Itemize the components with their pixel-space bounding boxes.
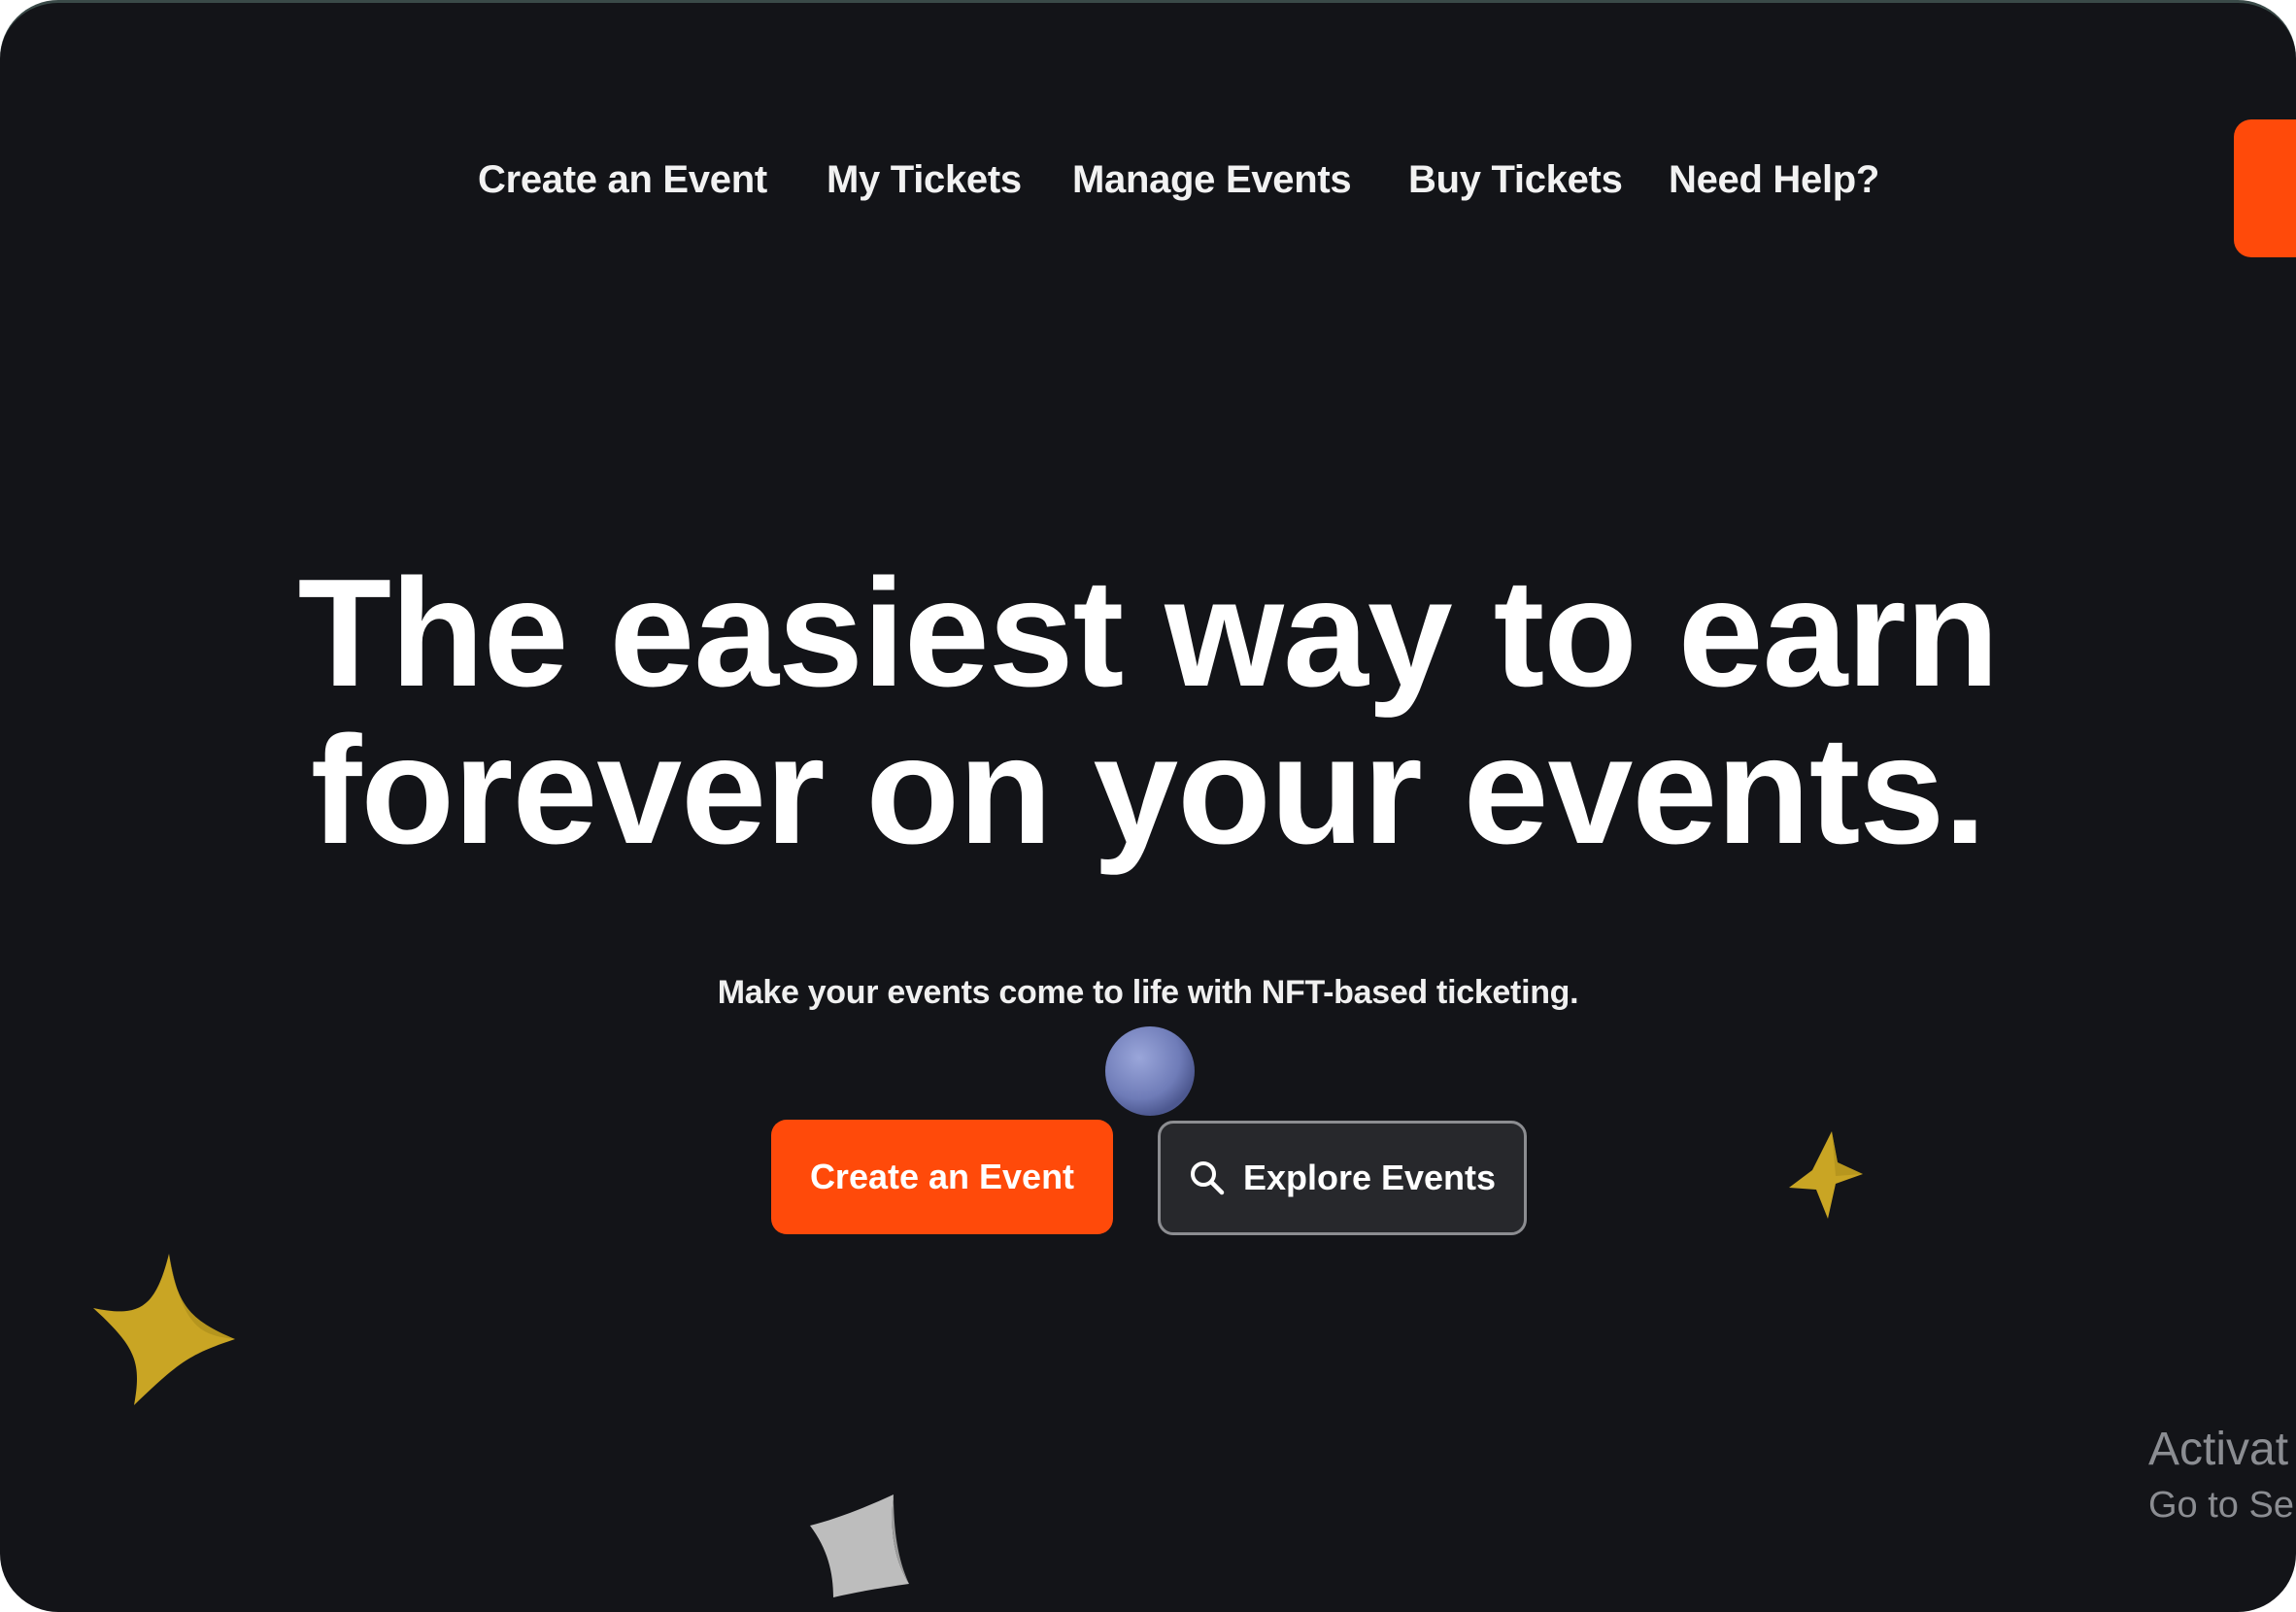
top-nav: Create an Event My Tickets Manage Events… bbox=[0, 158, 2296, 217]
star-decoration-left bbox=[93, 1254, 235, 1405]
nav-buy-tickets[interactable]: Buy Tickets bbox=[1408, 158, 1623, 202]
confetti-decoration bbox=[810, 1494, 909, 1597]
app-frame: Create an Event My Tickets Manage Events… bbox=[0, 0, 2296, 1612]
hero-subtitle: Make your events come to life with NFT-b… bbox=[717, 974, 1579, 1011]
hero-headline-line2: forever on your events. bbox=[310, 705, 1986, 876]
activate-watermark-line1: Activat bbox=[2148, 1424, 2289, 1475]
star-decoration-right bbox=[1789, 1131, 1863, 1219]
hero-headline: The easiest way to earn forever on your … bbox=[0, 554, 2296, 869]
explore-events-label: Explore Events bbox=[1242, 1158, 1497, 1197]
explore-events-button[interactable]: Explore Events bbox=[1158, 1121, 1527, 1235]
nav-manage-events[interactable]: Manage Events bbox=[1072, 158, 1352, 202]
nav-my-tickets[interactable]: My Tickets bbox=[827, 158, 1022, 202]
search-icon bbox=[1190, 1161, 1225, 1195]
activate-watermark-line2: Go to Se bbox=[2148, 1485, 2294, 1526]
nav-cta-button[interactable] bbox=[2234, 119, 2296, 257]
hero-headline-line1: The easiest way to earn bbox=[297, 548, 2000, 719]
sphere-decoration bbox=[1105, 1026, 1195, 1116]
nav-create-event[interactable]: Create an Event bbox=[478, 158, 767, 202]
create-event-button[interactable]: Create an Event bbox=[771, 1120, 1113, 1234]
nav-need-help[interactable]: Need Help? bbox=[1669, 158, 1879, 202]
